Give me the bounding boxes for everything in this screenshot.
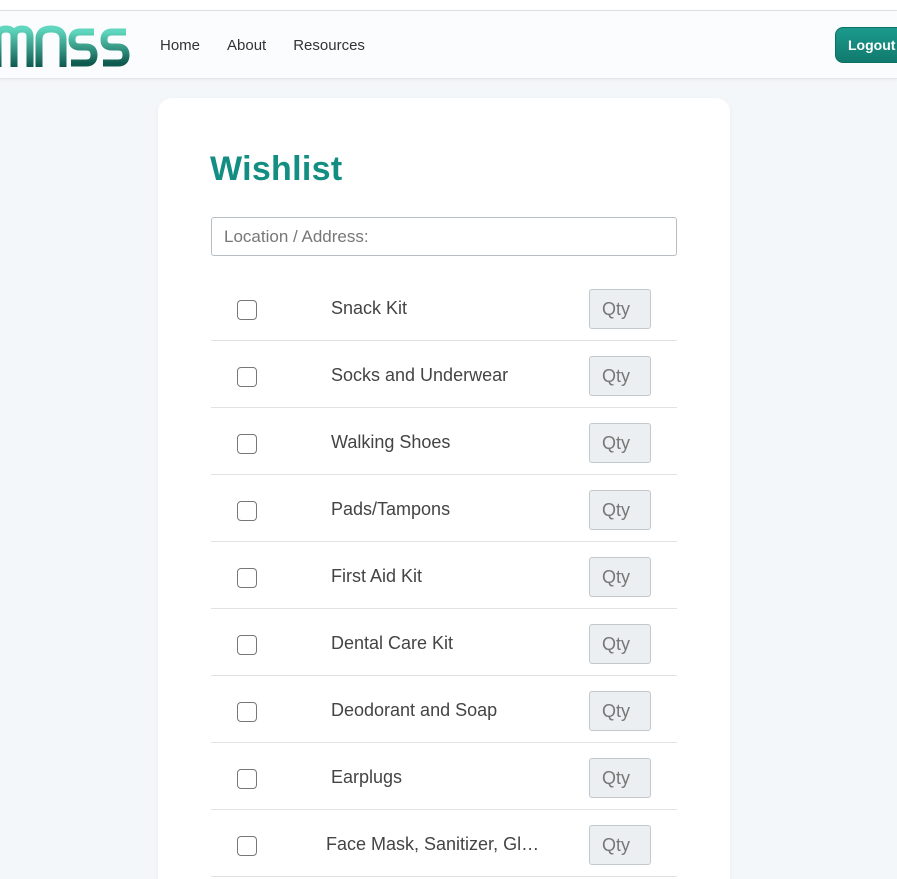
item-label: Earplugs xyxy=(331,767,403,787)
qty-input[interactable] xyxy=(589,691,651,731)
list-item: Snack Kit xyxy=(211,274,677,341)
item-checkbox[interactable] xyxy=(237,635,257,655)
list-item: First Aid Kit xyxy=(211,542,677,609)
location-input[interactable] xyxy=(211,217,677,256)
logout-button[interactable]: Logout xyxy=(835,27,897,63)
list-item: Socks and Underwear xyxy=(211,341,677,408)
wishlist-items: Snack Kit Socks and Underwear Walking Sh… xyxy=(211,274,677,877)
qty-input[interactable] xyxy=(589,490,651,530)
item-checkbox[interactable] xyxy=(237,836,257,856)
nav-resources[interactable]: Resources xyxy=(293,37,365,54)
item-label: Deodorant and Soap xyxy=(331,700,498,720)
navbar: Home About Resources Logout xyxy=(0,11,897,79)
list-item: Dental Care Kit xyxy=(211,609,677,676)
wishlist-card: Wishlist Snack Kit Socks and Underwear W… xyxy=(158,98,730,879)
item-label: Walking Shoes xyxy=(331,432,451,452)
item-label: Face Mask, Sanitizer, Gloves xyxy=(326,834,546,854)
qty-input[interactable] xyxy=(589,356,651,396)
list-item: Deodorant and Soap xyxy=(211,676,677,743)
page-title: Wishlist xyxy=(210,150,343,188)
item-label: Dental Care Kit xyxy=(331,633,454,653)
nav-about[interactable]: About xyxy=(227,37,266,54)
qty-input[interactable] xyxy=(589,423,651,463)
item-label: Snack Kit xyxy=(331,298,408,318)
item-label: Pads/Tampons xyxy=(331,499,451,519)
item-label: First Aid Kit xyxy=(331,566,423,586)
qty-input[interactable] xyxy=(589,624,651,664)
item-checkbox[interactable] xyxy=(237,367,257,387)
list-item: Face Mask, Sanitizer, Gloves xyxy=(211,810,677,877)
list-item: Walking Shoes xyxy=(211,408,677,475)
item-checkbox[interactable] xyxy=(237,769,257,789)
qty-input[interactable] xyxy=(589,758,651,798)
list-item: Earplugs xyxy=(211,743,677,810)
qty-input[interactable] xyxy=(589,557,651,597)
nav-home[interactable]: Home xyxy=(160,37,200,54)
browser-top-strip xyxy=(0,0,897,11)
item-checkbox[interactable] xyxy=(237,300,257,320)
item-checkbox[interactable] xyxy=(237,702,257,722)
list-item: Pads/Tampons xyxy=(211,475,677,542)
mass-logo[interactable] xyxy=(0,23,130,67)
qty-input[interactable] xyxy=(589,289,651,329)
item-checkbox[interactable] xyxy=(237,568,257,588)
item-label: Socks and Underwear xyxy=(331,365,509,385)
qty-input[interactable] xyxy=(589,825,651,865)
item-checkbox[interactable] xyxy=(237,434,257,454)
item-checkbox[interactable] xyxy=(237,501,257,521)
nav-links: Home About Resources xyxy=(160,11,365,79)
